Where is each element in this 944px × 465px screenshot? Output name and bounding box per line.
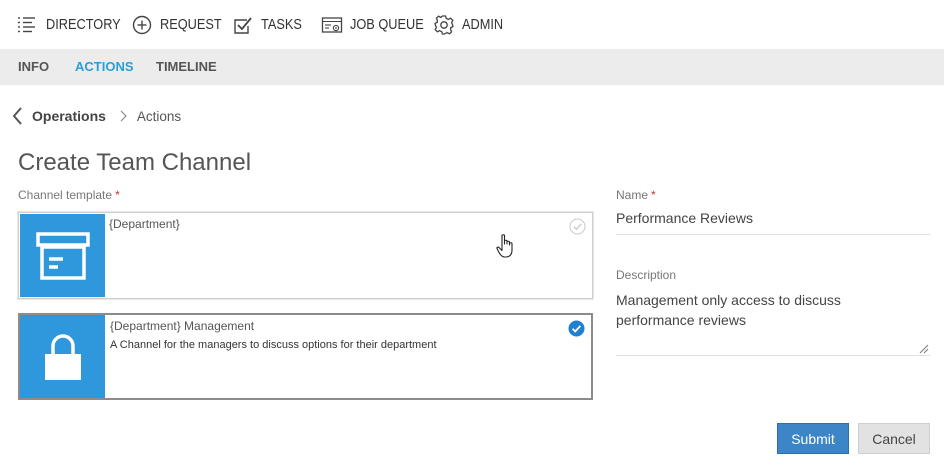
description-label: Description — [616, 268, 677, 282]
directory-list-icon — [18, 17, 35, 33]
job-queue-icon — [321, 17, 343, 33]
nav-job-queue[interactable]: JOB QUEUE — [321, 13, 434, 37]
channel-template-label-text: Channel template — [18, 188, 113, 202]
channel-template-label: Channel template * — [18, 188, 120, 202]
name-label-text: Name — [616, 188, 649, 202]
nav-request-label: REQUEST — [160, 17, 222, 33]
checked-circle-icon[interactable] — [568, 320, 585, 337]
template-title: {Department} — [109, 217, 180, 231]
gear-icon — [434, 15, 454, 35]
tab-info[interactable]: INFO — [18, 59, 49, 74]
nav-admin[interactable]: ADMIN — [433, 13, 509, 37]
page-title: Create Team Channel — [18, 149, 252, 176]
template-thumb — [20, 315, 105, 398]
template-description: A Channel for the managers to discuss op… — [110, 339, 437, 351]
nav-job-queue-label: JOB QUEUE — [350, 17, 424, 33]
nav-tasks[interactable]: TASKS — [232, 13, 307, 37]
resize-handle-icon[interactable] — [919, 344, 929, 354]
nav-directory[interactable]: DIRECTORY — [17, 13, 131, 37]
archive-box-icon — [35, 231, 90, 280]
lock-icon — [44, 333, 81, 380]
name-input-underline — [616, 234, 930, 235]
plus-circle-icon — [132, 15, 152, 35]
breadcrumb-current: Actions — [136, 108, 182, 124]
nav-request[interactable]: REQUEST — [131, 13, 230, 37]
chevron-right-icon — [120, 110, 127, 122]
tab-actions[interactable]: ACTIONS — [75, 59, 134, 74]
template-title: {Department} Management — [110, 319, 255, 333]
template-card-department-management[interactable]: {Department} Management A Channel for th… — [18, 313, 593, 400]
description-underline — [616, 355, 930, 356]
name-input[interactable]: Performance Reviews — [616, 210, 753, 226]
tab-bar: INFO ACTIONS TIMELINE — [0, 49, 944, 85]
breadcrumb: Operations Actions — [10, 104, 181, 128]
top-navigation: DIRECTORY REQUEST TASKS JOB QUEUE ADMIN — [0, 0, 944, 49]
nav-directory-label: DIRECTORY — [46, 17, 121, 33]
required-marker: * — [115, 188, 120, 202]
template-thumb — [20, 214, 105, 297]
cancel-button[interactable]: Cancel — [858, 423, 930, 454]
required-marker: * — [651, 188, 656, 202]
nav-admin-label: ADMIN — [462, 17, 504, 33]
tab-timeline[interactable]: TIMELINE — [156, 59, 217, 74]
nav-tasks-label: TASKS — [261, 17, 302, 33]
breadcrumb-parent-link[interactable]: Operations — [32, 108, 106, 124]
checkbox-icon — [234, 17, 252, 34]
description-textarea[interactable]: Management only access to discuss perfor… — [616, 290, 916, 330]
hand-pointer-icon — [496, 234, 513, 258]
unchecked-circle-icon[interactable] — [569, 218, 586, 235]
submit-button[interactable]: Submit — [777, 423, 849, 454]
name-label: Name * — [616, 188, 656, 202]
back-chevron-icon[interactable] — [10, 105, 26, 127]
